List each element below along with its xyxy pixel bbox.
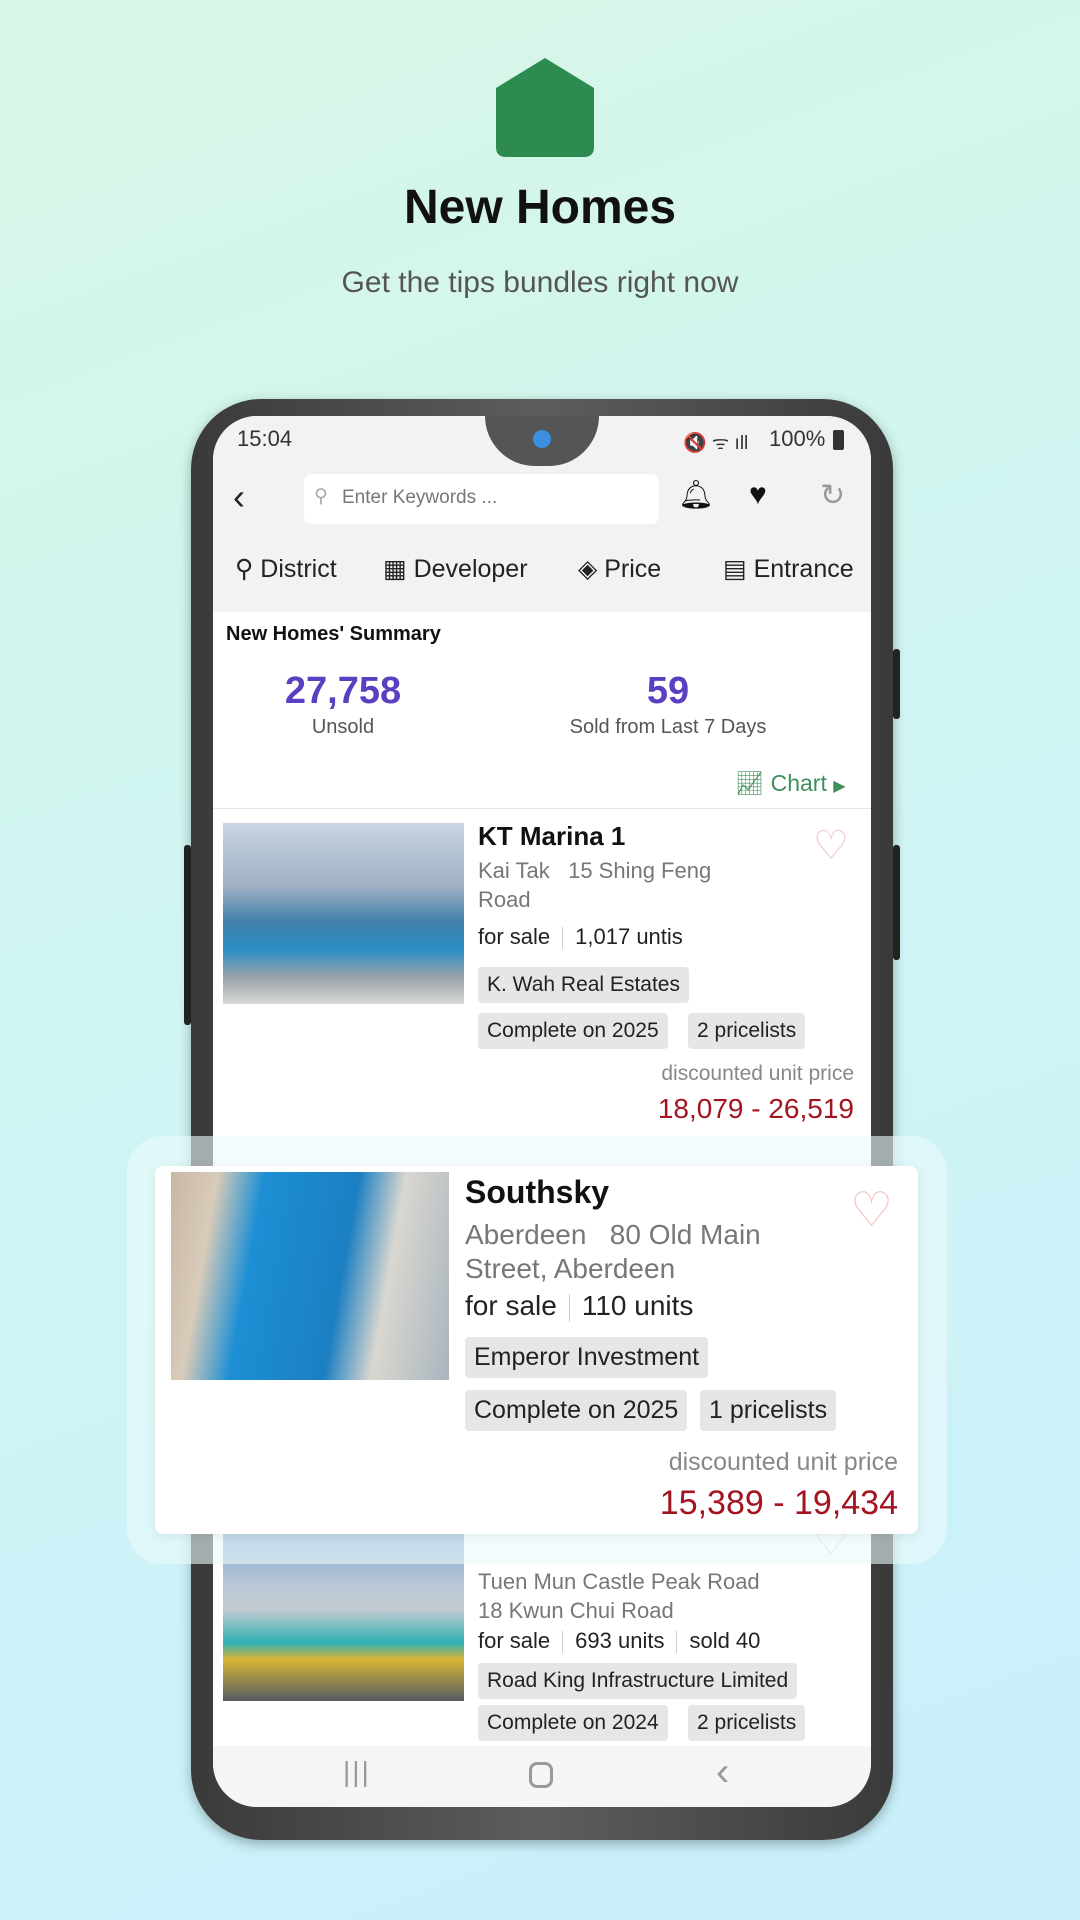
developer-tag: Emperor Investment — [465, 1337, 709, 1378]
price-tag-icon: ◈ — [578, 555, 598, 583]
battery-icon — [833, 430, 844, 450]
listing-name: KT Marina 1 — [478, 821, 626, 851]
filter-price[interactable]: ◈ Price — [578, 554, 661, 584]
developer-tag: K. Wah Real Estates — [478, 967, 689, 1003]
listing-address: Kai Tak 15 Shing Feng Road — [478, 858, 712, 912]
favorite-heart-icon[interactable]: ♡ — [850, 1182, 893, 1238]
sold-count: 59 — [646, 670, 690, 712]
hero-subtitle: Get the tips bundles right now — [341, 266, 739, 299]
completion-tag: Complete on 2025 — [478, 1013, 668, 1049]
app-screen: 15:04 🔇 ᯤ ıll 100% ‹ ⚲ Enter Keywords ..… — [213, 416, 871, 1807]
refresh-icon[interactable]: ↻ — [820, 478, 845, 513]
bell-icon[interactable]: 🔔︎ — [678, 478, 714, 511]
status-time: 15:04 — [237, 426, 293, 451]
price-label: discounted unit price — [661, 1062, 854, 1085]
camera — [533, 430, 551, 448]
listing-photo — [223, 823, 464, 1004]
listing-address: Tuen Mun Castle Peak Road — [478, 1569, 760, 1594]
pricelists-tag[interactable]: 2 pricelists — [688, 1705, 806, 1741]
listing-card-highlighted[interactable]: Southsky Aberdeen 80 Old Main Street, Ab… — [155, 1166, 918, 1534]
listing-address: Aberdeen 80 Old Main Street, Aberdeen — [465, 1219, 761, 1284]
listing-status: for sale 110 units — [465, 1290, 694, 1322]
completion-tag: Complete on 2024 — [478, 1705, 668, 1741]
listing-status: for sale 693 units sold 40 — [478, 1628, 761, 1654]
favorites-heart-icon[interactable]: ♥ — [749, 478, 767, 512]
unsold-label: Unsold — [311, 716, 375, 738]
favorite-heart-icon[interactable]: ♡ — [813, 823, 849, 869]
search-placeholder: Enter Keywords ... — [342, 487, 498, 508]
unsold-count: 27,758 — [284, 670, 402, 712]
android-nav-bar: ||| ‹ — [213, 1746, 871, 1807]
price-range: 18,079 - 26,519 — [657, 1093, 854, 1124]
price-range: 15,389 - 19,434 — [659, 1484, 898, 1522]
battery-level: 100% — [769, 426, 826, 451]
listing-name: Southsky — [465, 1174, 610, 1210]
listing-card[interactable]: KT Marina 1 Kai Tak 15 Shing Feng Road f… — [213, 809, 871, 1149]
chart-icon: 📈︎ — [735, 770, 765, 796]
price-label: discounted unit price — [668, 1448, 898, 1476]
chart-link[interactable]: 📈︎ Chart ▶ — [735, 770, 846, 797]
listing-photo — [171, 1172, 449, 1380]
filter-developer[interactable]: ▦ Developer — [383, 554, 528, 584]
summary-title: New Homes' Summary — [226, 623, 441, 645]
listing-status: for sale 1,017 untis — [478, 924, 683, 950]
listing-address-line2: 18 Kwun Chui Road — [478, 1598, 674, 1623]
calculator-icon: ▤ — [723, 555, 747, 583]
completion-tag: Complete on 2025 — [465, 1390, 688, 1431]
status-icons: 🔇 ᯤ ıll — [683, 433, 749, 454]
home-button[interactable] — [529, 1762, 553, 1788]
building-icon: ▦ — [383, 555, 407, 583]
search-input[interactable]: ⚲ Enter Keywords ... — [304, 474, 659, 524]
house-icon — [496, 58, 594, 157]
search-icon: ⚲ — [314, 486, 328, 507]
caret-right-icon: ▶ — [833, 778, 846, 795]
pricelists-tag[interactable]: 1 pricelists — [700, 1390, 837, 1431]
location-pin-icon: ⚲ — [235, 555, 254, 583]
developer-tag: Road King Infrastructure Limited — [478, 1663, 798, 1699]
filter-entrance[interactable]: ▤ Entrance — [723, 554, 854, 584]
recent-apps-button[interactable]: ||| — [343, 1756, 371, 1788]
nav-back-button[interactable]: ‹ — [716, 1750, 729, 1795]
filter-district[interactable]: ⚲ District — [235, 554, 337, 584]
sold-label: Sold from Last 7 Days — [569, 716, 767, 738]
pricelists-tag[interactable]: 2 pricelists — [688, 1013, 806, 1049]
hero-title: New Homes — [403, 181, 677, 234]
back-button[interactable]: ‹ — [233, 476, 245, 518]
